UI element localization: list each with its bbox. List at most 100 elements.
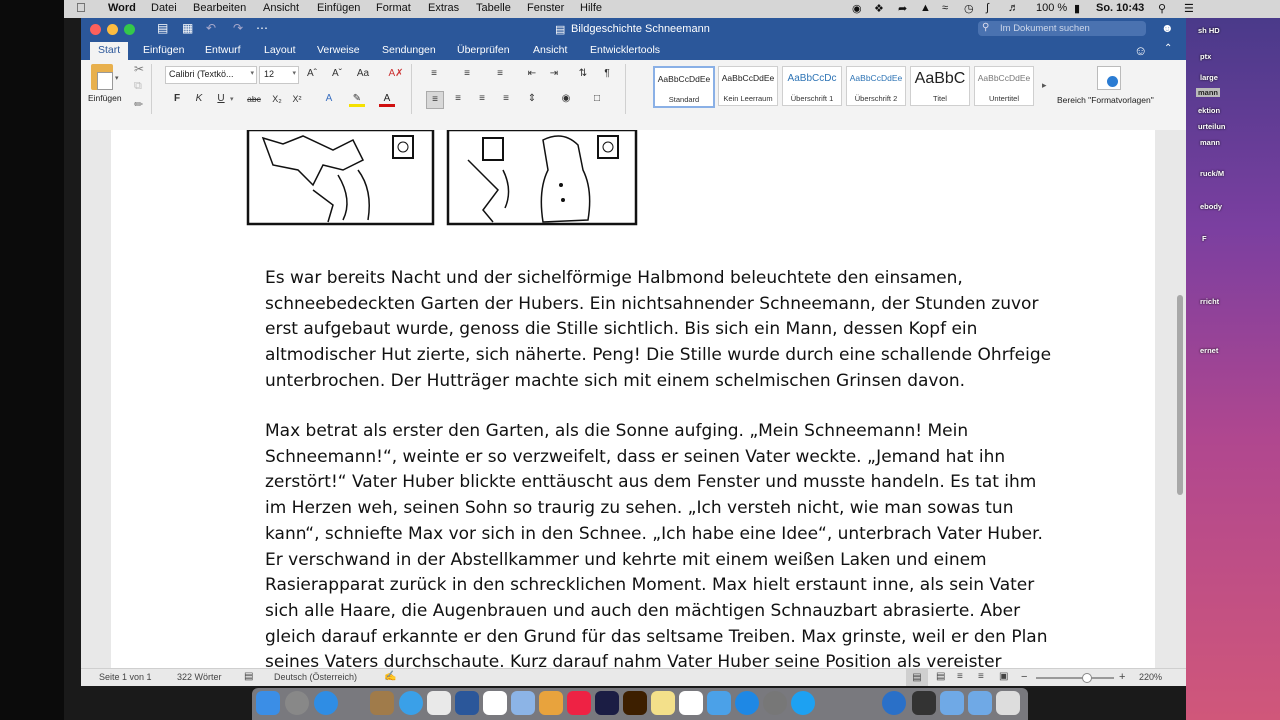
menu-tabelle[interactable]: Tabelle (476, 2, 511, 14)
desktop-file-label[interactable]: ptx (1200, 52, 1211, 61)
word-count[interactable]: 322 Wörter (177, 672, 222, 682)
cut-icon[interactable]: ✂ (134, 62, 144, 76)
menu-datei[interactable]: Datei (151, 2, 177, 14)
align-right-button[interactable]: ≡ (474, 91, 490, 107)
notification-center-icon[interactable]: ☰ (1184, 2, 1194, 15)
strikethrough-button[interactable]: abc (243, 91, 265, 107)
spotlight-icon[interactable]: ⚲ (1158, 2, 1166, 15)
style-kein-leerraum[interactable]: AaBbCcDdEe Kein Leerraum (718, 66, 778, 106)
paste-dropdown-icon[interactable]: ▾ (115, 74, 119, 82)
search-box[interactable]: ⚲ Im Dokument suchen (978, 21, 1146, 36)
page-count[interactable]: Seite 1 von 1 (99, 672, 152, 682)
decrease-indent-icon[interactable]: ⇤ (524, 66, 540, 82)
underline-dropdown-icon[interactable]: ▾ (230, 95, 234, 103)
style-titel[interactable]: AaBbC Titel (910, 66, 970, 106)
zoom-in-icon[interactable]: + (1119, 671, 1125, 683)
superscript-button[interactable]: X² (289, 91, 305, 107)
preview-icon[interactable] (483, 691, 507, 715)
system-preferences-icon[interactable] (763, 691, 787, 715)
safari-icon[interactable] (314, 691, 338, 715)
align-left-button[interactable]: ≡ (426, 91, 444, 109)
menu-ansicht[interactable]: Ansicht (263, 2, 299, 14)
zoom-window-button[interactable] (124, 24, 135, 35)
paste-label[interactable]: Einfügen (88, 93, 122, 103)
tab-einfuegen[interactable]: Einfügen (143, 44, 184, 56)
track-changes-icon[interactable]: ✍ (384, 671, 396, 682)
tab-start[interactable]: Start (90, 42, 129, 60)
style-ueberschrift-2[interactable]: AaBbCcDdEe Überschrift 2 (846, 66, 906, 106)
desktop-file-label[interactable]: sh HD (1198, 26, 1220, 35)
menu-bearbeiten[interactable]: Bearbeiten (193, 2, 246, 14)
align-center-button[interactable]: ≡ (450, 91, 466, 107)
subscript-button[interactable]: X₂ (269, 91, 285, 107)
tab-verweise[interactable]: Verweise (317, 44, 360, 56)
time-machine-icon[interactable]: ◷ (964, 2, 974, 15)
acrobat-icon[interactable] (679, 691, 703, 715)
menu-einfuegen[interactable]: Einfügen (317, 2, 360, 14)
desktop-file-label[interactable]: mann (1200, 138, 1220, 147)
change-case-icon[interactable]: Aa (355, 66, 371, 82)
multilevel-list-icon[interactable]: ≡ (492, 66, 508, 82)
tab-ansicht[interactable]: Ansicht (533, 44, 567, 56)
app-store-icon[interactable] (735, 691, 759, 715)
desktop-file-label[interactable]: mann (1196, 88, 1221, 97)
battery-icon[interactable]: ▮ (1074, 2, 1080, 15)
zoom-slider[interactable] (1036, 673, 1114, 683)
copy-icon[interactable]: ⧉ (134, 80, 142, 93)
bold-button[interactable]: F (169, 91, 185, 107)
web-layout-view-icon[interactable]: ▤ (936, 671, 945, 682)
downloads-folder-icon[interactable] (968, 691, 992, 715)
more-icon[interactable]: ⋯ (256, 21, 268, 35)
paste-icon[interactable] (91, 64, 113, 90)
calendar-icon[interactable] (427, 691, 451, 715)
undo-icon[interactable]: ↶ (206, 21, 216, 35)
increase-indent-icon[interactable]: ⇥ (546, 66, 562, 82)
justify-button[interactable]: ≡ (498, 91, 514, 107)
minimize-window-button[interactable] (107, 24, 118, 35)
facetime-icon[interactable] (707, 691, 731, 715)
grow-font-icon[interactable]: Aˆ (304, 66, 320, 82)
menu-hilfe[interactable]: Hilfe (580, 2, 602, 14)
desktop-file-label[interactable]: F (1202, 234, 1207, 243)
clock[interactable]: So. 10:43 (1096, 2, 1144, 14)
illustrator-icon[interactable] (623, 691, 647, 715)
highlight-color-icon[interactable]: ✎ (349, 91, 365, 107)
battery-percent[interactable]: 100 % (1036, 2, 1067, 14)
line-spacing-icon[interactable]: ⇕ (524, 91, 540, 107)
tab-sendungen[interactable]: Sendungen (382, 44, 436, 56)
save-icon[interactable]: ▦ (182, 21, 193, 35)
cursor-icon[interactable]: ➦ (898, 2, 907, 15)
proofing-icon[interactable]: ▤ (244, 671, 253, 682)
clear-formatting-icon[interactable]: A✗ (388, 66, 404, 82)
font-size-dropdown[interactable]: 12 ▾ (259, 66, 299, 84)
style-untertitel[interactable]: AaBbCcDdEe Untertitel (974, 66, 1034, 106)
desktop-file-label[interactable]: ruck/M (1200, 169, 1224, 178)
browser-icon[interactable] (791, 691, 815, 715)
shading-icon[interactable]: ◉ (558, 91, 574, 107)
collapse-ribbon-icon[interactable]: ⌃ (1164, 43, 1172, 54)
print-layout-view-icon[interactable]: ▤ (906, 669, 928, 686)
finder-icon[interactable] (256, 691, 280, 715)
desktop-file-label[interactable]: ernet (1200, 346, 1218, 355)
menu-app-name[interactable]: Word (108, 2, 136, 14)
messages-icon[interactable] (399, 691, 423, 715)
launchpad-icon[interactable] (285, 691, 309, 715)
text-effects-icon[interactable]: A (321, 91, 337, 107)
desktop-file-label[interactable]: rricht (1200, 297, 1219, 306)
paragraph-1[interactable]: Es war bereits Nacht und der sichelförmi… (265, 266, 1065, 395)
zoom-out-icon[interactable]: − (1021, 671, 1027, 683)
smiley-feedback-icon[interactable]: ☺ (1134, 43, 1147, 58)
tab-ueberpruefen[interactable]: Überprüfen (457, 44, 510, 56)
vertical-scrollbar[interactable] (1177, 295, 1183, 495)
menu-format[interactable]: Format (376, 2, 411, 14)
document-page[interactable]: Es war bereits Nacht und der sichelförmi… (111, 130, 1155, 686)
folder-icon[interactable] (539, 691, 563, 715)
sidebar-toggle-icon[interactable]: ▤ (157, 21, 168, 35)
pilcrow-icon[interactable]: ¶ (599, 66, 615, 82)
dropbox-icon[interactable]: ❖ (874, 2, 884, 15)
screenshot-icon[interactable] (912, 691, 936, 715)
stickies-icon[interactable] (651, 691, 675, 715)
photos-icon[interactable] (567, 691, 591, 715)
language-label[interactable]: Deutsch (Österreich) (274, 672, 357, 682)
numbered-list-icon[interactable]: ≡ (459, 66, 475, 82)
